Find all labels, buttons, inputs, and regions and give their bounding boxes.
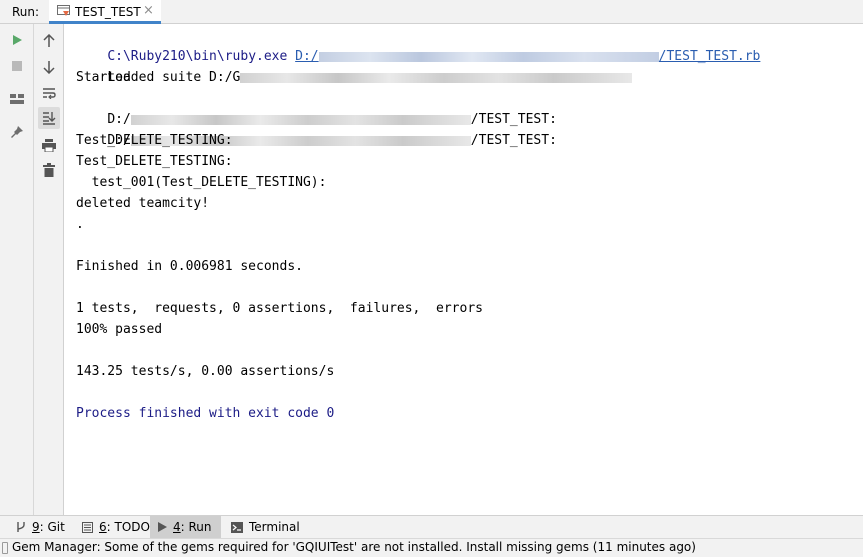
todo-list-icon: [82, 521, 93, 533]
tab-todo-number: 6: [99, 520, 107, 534]
run-toolbar-secondary: [34, 24, 64, 515]
console-line-finished: Finished in 0.006981 seconds.: [76, 259, 303, 274]
rerun-icon[interactable]: [6, 29, 28, 51]
console-line-path-1: D://TEST_TEST:: [107, 112, 557, 127]
console-line-deleted: deleted teamcity!: [76, 196, 210, 211]
console-line-rate: 143.25 tests/s, 0.00 assertions/s: [76, 364, 335, 379]
tab-run-label: : Run: [180, 520, 212, 534]
tab-run-number: 4: [173, 520, 181, 534]
tab-terminal[interactable]: Terminal: [223, 516, 308, 538]
console-line-summary: 1 tests, requests, 0 assertions, failure…: [76, 301, 483, 316]
tab-test-test[interactable]: TEST_TEST ×: [49, 0, 161, 24]
console-line-delete-1: Test_DELETE_TESTING:: [76, 133, 233, 148]
scroll-to-end-icon[interactable]: [38, 107, 60, 129]
tab-git-number: 9: [32, 520, 40, 534]
status-bar: Gem Manager: Some of the gems required f…: [0, 538, 863, 557]
run-label: Run:: [12, 5, 40, 19]
console-line-passed: 100% passed: [76, 322, 163, 337]
status-message[interactable]: Gem Manager: Some of the gems required f…: [12, 540, 696, 554]
console-line-command: C:\Ruby210\bin\ruby.exe D://TEST_TEST.rb: [76, 25, 760, 64]
status-indicator-icon[interactable]: [2, 542, 8, 554]
tab-git[interactable]: 9: Git: [8, 516, 73, 538]
tab-label: TEST_TEST: [75, 5, 141, 19]
run-toolbar-primary: [0, 24, 34, 515]
run-tool-window-header: Run: TEST_TEST ×: [0, 0, 863, 24]
console-line-exit: Process finished with exit code 0: [76, 406, 335, 421]
trash-icon[interactable]: [38, 159, 60, 181]
pin-icon[interactable]: [6, 121, 28, 143]
layout-icon[interactable]: [6, 88, 28, 110]
console-output[interactable]: C:\Ruby210\bin\ruby.exe D://TEST_TEST.rb…: [64, 24, 863, 515]
close-icon[interactable]: ×: [143, 3, 154, 18]
arrow-up-icon[interactable]: [38, 30, 60, 52]
stop-icon[interactable]: [6, 55, 28, 77]
soft-wrap-icon[interactable]: [38, 82, 60, 104]
console-line-loaded: Loaded suite D:/G: [76, 46, 633, 85]
console-line-started: Started: [76, 70, 131, 85]
tab-run[interactable]: 4: Run: [150, 516, 221, 538]
console-line-dot: .: [76, 217, 84, 232]
console-line-test-001: test_001(Test_DELETE_TESTING):: [76, 175, 327, 190]
tab-terminal-label: Terminal: [249, 520, 300, 534]
tool-window-bar: 9: Git 6: TODO 4: Run Terminal: [0, 515, 863, 538]
terminal-icon: [231, 521, 243, 533]
tab-todo[interactable]: 6: TODO: [74, 516, 158, 538]
run-icon: [158, 522, 167, 532]
tab-todo-label: : TODO: [106, 520, 150, 534]
arrow-down-icon[interactable]: [38, 56, 60, 78]
test-config-icon: [57, 5, 70, 16]
console-line-path-2: D://TEST_TEST:: [107, 133, 557, 148]
tab-git-label: : Git: [39, 520, 65, 534]
git-branch-icon: [16, 521, 26, 533]
print-icon[interactable]: [38, 134, 60, 156]
console-line-delete-2: Test_DELETE_TESTING:: [76, 154, 233, 169]
